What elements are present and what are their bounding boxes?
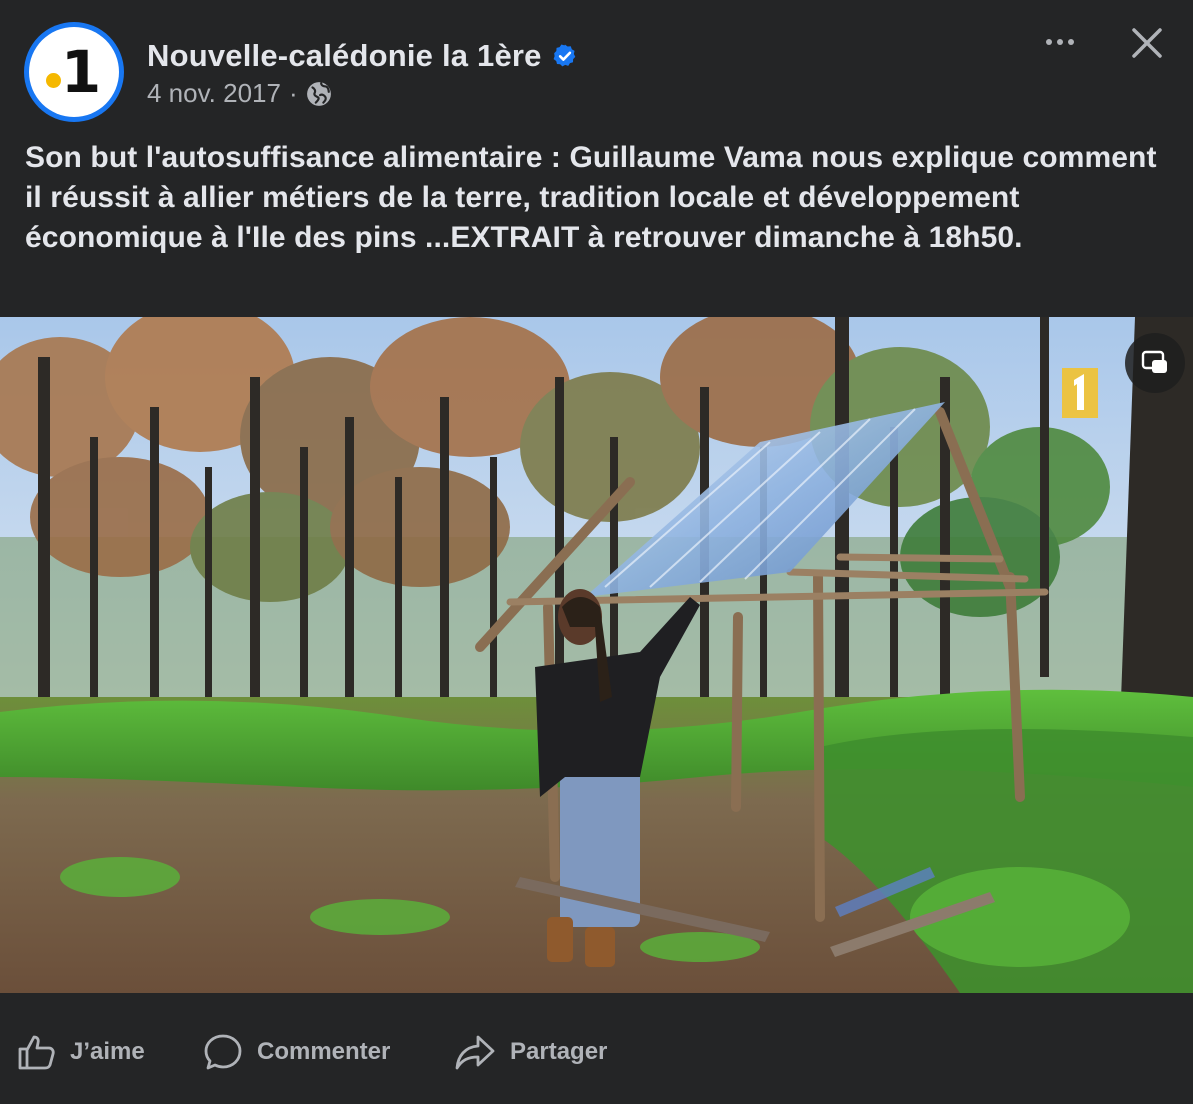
avatar-logo-dot <box>46 73 61 88</box>
share-label: Partager <box>510 1038 608 1065</box>
meta-separator: · <box>288 78 298 108</box>
comment-button[interactable]: Commenter <box>203 1032 390 1072</box>
page-name-row: Nouvelle-calédonie la 1ère <box>147 38 578 74</box>
more-dot <box>1068 39 1074 45</box>
like-button[interactable]: J’aime <box>16 1032 145 1072</box>
comment-label: Commenter <box>257 1038 391 1065</box>
post-photo[interactable] <box>0 317 1193 993</box>
avatar-logo: 1 <box>29 27 119 117</box>
page-name[interactable]: Nouvelle-calédonie la 1ère <box>147 38 542 74</box>
like-label: J’aime <box>70 1038 145 1065</box>
post-date[interactable]: 4 nov. 2017 <box>147 78 281 109</box>
forest-photo-illustration <box>0 317 1193 993</box>
facebook-post: 1 Nouvelle-calédonie la 1ère 4 nov. 2017… <box>0 0 1193 1104</box>
share-button[interactable]: Partager <box>454 1032 607 1072</box>
channel-watermark-icon <box>1062 368 1098 418</box>
post-action-bar: J’aime Commenter Partager <box>0 1010 1193 1100</box>
picture-in-picture-icon <box>1141 350 1167 373</box>
post-text: Son but l'autosuffisance alimentaire : G… <box>25 141 1157 254</box>
close-icon[interactable] <box>1124 20 1170 66</box>
verified-badge-icon <box>553 44 575 67</box>
share-arrow-icon <box>455 1035 495 1070</box>
post-meta: 4 nov. 2017 · <box>147 78 332 109</box>
globe-icon <box>306 81 331 106</box>
more-options-icon[interactable] <box>1036 22 1084 62</box>
comment-bubble-icon <box>204 1034 242 1070</box>
picture-in-picture-button[interactable] <box>1125 333 1185 393</box>
page-avatar[interactable]: 1 <box>24 22 124 122</box>
more-dot <box>1046 39 1052 45</box>
avatar-logo-number: 1 <box>60 38 102 106</box>
more-dot <box>1057 39 1063 45</box>
thumbs-up-icon <box>18 1035 55 1070</box>
